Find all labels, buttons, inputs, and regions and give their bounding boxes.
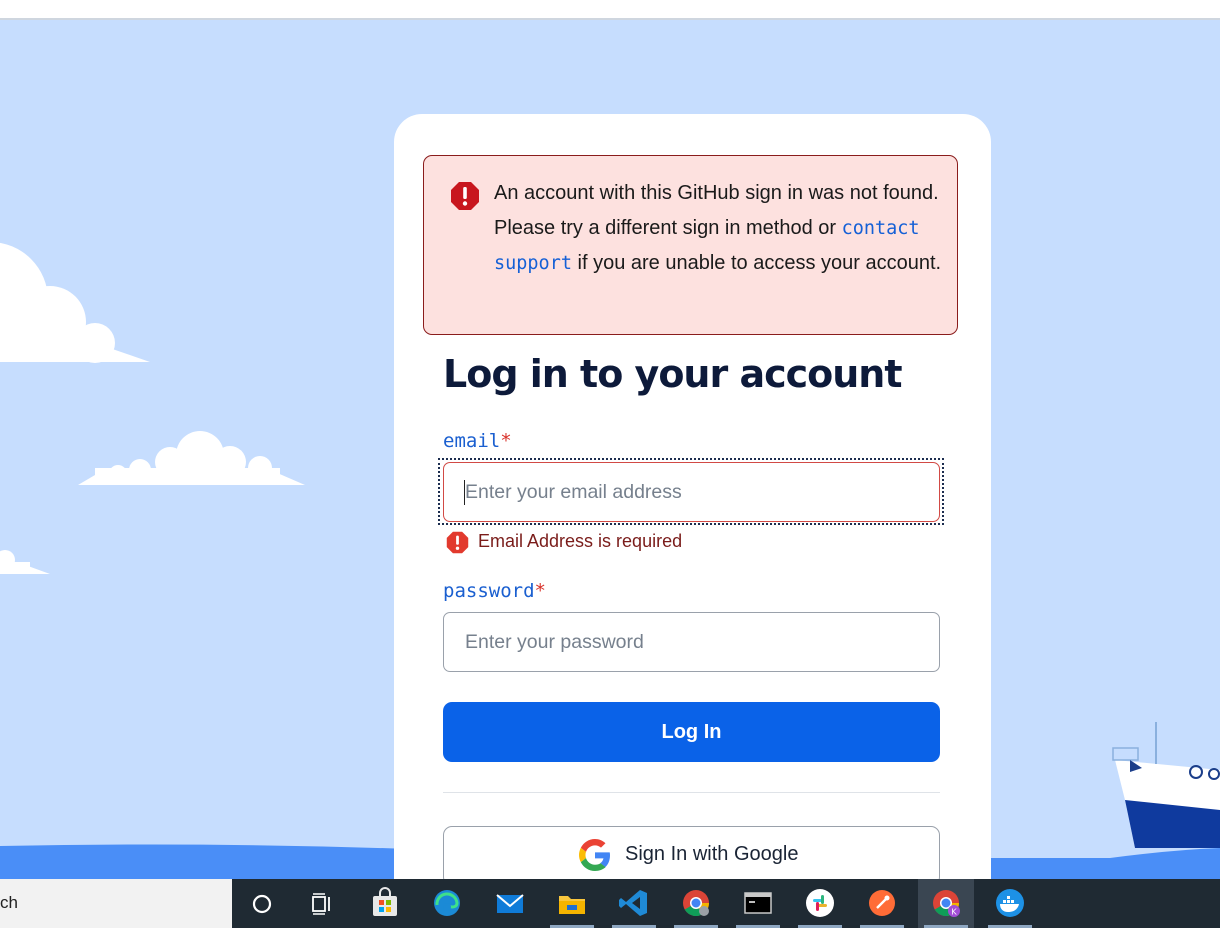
page-title: Log in to your account	[443, 352, 903, 396]
slack-icon[interactable]	[792, 879, 848, 928]
cloud-middle	[78, 431, 305, 485]
email-error-text: Email Address is required	[478, 531, 683, 551]
file-explorer-icon[interactable]	[544, 879, 600, 928]
taskbar-search-box[interactable]: ch	[0, 879, 232, 928]
cloud-left-large	[0, 242, 150, 363]
postman-icon[interactable]	[854, 879, 910, 928]
mail-icon[interactable]	[482, 879, 538, 928]
error-octagon-icon	[446, 531, 469, 554]
divider	[443, 792, 940, 793]
cortana-circle-icon[interactable]	[234, 879, 290, 928]
required-mark: *	[534, 580, 546, 602]
windows-taskbar: ch K	[0, 879, 1220, 928]
vscode-icon[interactable]	[606, 879, 662, 928]
google-sign-in-button[interactable]: Sign In with Google	[443, 826, 940, 886]
microsoft-store-icon[interactable]	[357, 879, 413, 928]
chrome-icon[interactable]	[668, 879, 724, 928]
email-input[interactable]: Enter your email address	[443, 462, 940, 522]
password-label: password*	[443, 580, 546, 602]
email-placeholder: Enter your email address	[465, 481, 682, 503]
alert-message: An account with this GitHub sign in was …	[494, 182, 942, 274]
task-view-icon[interactable]	[294, 879, 350, 928]
google-logo-icon	[579, 839, 610, 871]
google-button-label: Sign In with Google	[625, 843, 799, 865]
ship-illustration	[1112, 722, 1220, 848]
email-label: email*	[443, 430, 512, 452]
search-text: ch	[0, 893, 18, 912]
terminal-icon[interactable]	[730, 879, 786, 928]
cloud-left-small	[0, 550, 50, 574]
docker-icon[interactable]	[982, 879, 1038, 928]
password-placeholder: Enter your password	[465, 631, 644, 653]
password-input[interactable]: Enter your password	[443, 612, 940, 672]
required-mark: *	[500, 430, 512, 452]
error-alert: An account with this GitHub sign in was …	[423, 155, 958, 335]
login-button[interactable]: Log In	[443, 702, 940, 762]
svg-text:K: K	[951, 908, 957, 917]
edge-icon[interactable]	[419, 879, 475, 928]
chrome-profile-icon[interactable]: K	[918, 879, 974, 928]
error-octagon-icon	[451, 182, 479, 210]
